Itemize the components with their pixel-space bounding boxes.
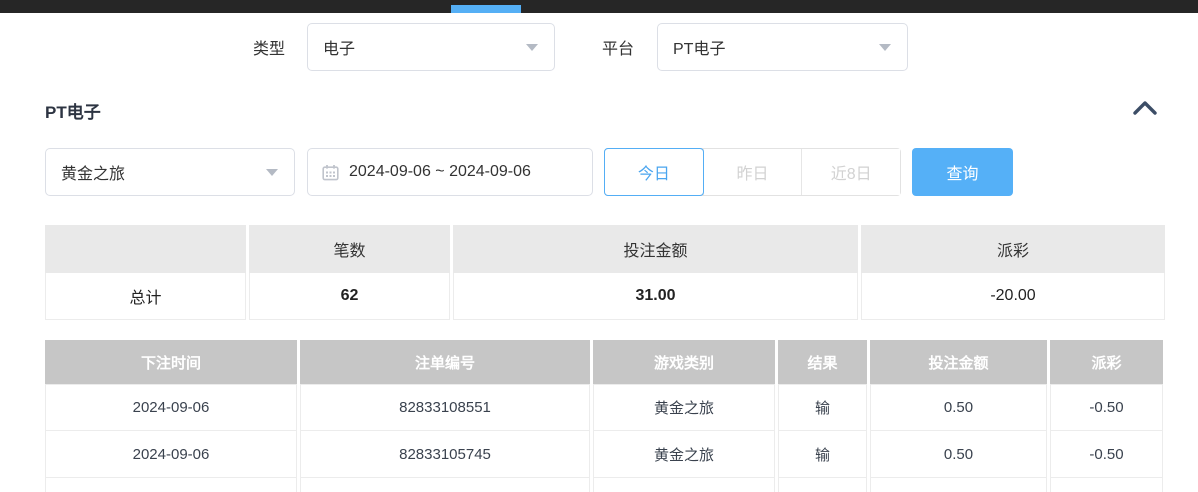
summary-total-label: 总计 — [45, 273, 246, 320]
cell-order: 82833105745 — [300, 431, 590, 478]
type-select-value: 电子 — [308, 35, 526, 59]
cell-payout: -0.50 — [1050, 384, 1163, 431]
chevron-down-icon — [879, 44, 891, 51]
chevron-down-icon — [266, 169, 278, 176]
summary-header-row: 笔数 投注金额 派彩 — [45, 225, 1165, 273]
cell-bet: 0.50 — [870, 431, 1047, 478]
cell-bet: 0.50 — [870, 384, 1047, 431]
detail-header-result: 结果 — [778, 340, 867, 384]
cell-result: 输 — [778, 384, 867, 431]
detail-header-bet: 投注金额 — [870, 340, 1047, 384]
game-select[interactable]: 黄金之旅 — [45, 148, 295, 196]
detail-header-order: 注单编号 — [300, 340, 590, 384]
detail-header-row: 下注时间 注单编号 游戏类别 结果 投注金额 派彩 — [45, 340, 1163, 384]
summary-header-bet-amount: 投注金额 — [453, 225, 858, 273]
platform-select[interactable]: PT电子 — [657, 23, 908, 71]
chevron-down-icon — [526, 44, 538, 51]
date-range-value: 2024-09-06 ~ 2024-09-06 — [349, 163, 531, 181]
summary-total-row: 总计 62 31.00 -20.00 — [45, 273, 1165, 320]
summary-header-empty — [45, 225, 246, 273]
date-range-picker[interactable]: 2024-09-06 ~ 2024-09-06 — [307, 148, 593, 196]
chevron-up-icon — [1133, 101, 1157, 115]
game-select-value: 黄金之旅 — [46, 160, 266, 184]
table-row: 2024-09-06 82833105745 黄金之旅 输 0.50 -0.50 — [45, 431, 1163, 478]
table-row-partial — [45, 478, 1163, 492]
detail-header-payout: 派彩 — [1050, 340, 1163, 384]
active-tab-indicator[interactable] — [451, 5, 521, 13]
cell-game: 黄金之旅 — [593, 384, 775, 431]
search-button[interactable]: 查询 — [912, 148, 1013, 196]
summary-header-payout: 派彩 — [861, 225, 1165, 273]
type-filter-label: 类型 — [253, 23, 285, 71]
summary-header-count: 笔数 — [249, 225, 450, 273]
bet-detail-table: 下注时间 注单编号 游戏类别 结果 投注金额 派彩 2024-09-06 828… — [45, 340, 1163, 492]
summary-total-bet-amount: 31.00 — [453, 273, 858, 320]
cell-game: 黄金之旅 — [593, 431, 775, 478]
summary-total-payout: -20.00 — [861, 273, 1165, 320]
quick-range-button-group: 今日 昨日 近8日 — [604, 148, 901, 196]
top-navigation-bar — [0, 0, 1198, 13]
summary-table: 笔数 投注金额 派彩 总计 62 31.00 -20.00 — [45, 225, 1165, 320]
today-button[interactable]: 今日 — [604, 148, 704, 196]
type-select[interactable]: 电子 — [307, 23, 555, 71]
table-row: 2024-09-06 82833108551 黄金之旅 输 0.50 -0.50 — [45, 384, 1163, 431]
summary-total-count: 62 — [249, 273, 450, 320]
cell-time: 2024-09-06 — [45, 384, 297, 431]
cell-order: 82833108551 — [300, 384, 590, 431]
calendar-icon — [322, 164, 339, 181]
platform-select-value: PT电子 — [658, 35, 879, 59]
platform-filter-label: 平台 — [602, 23, 634, 71]
cell-result: 输 — [778, 431, 867, 478]
cell-time: 2024-09-06 — [45, 431, 297, 478]
yesterday-button[interactable]: 昨日 — [703, 149, 802, 195]
bet-records-page: 类型 电子 平台 PT电子 PT电子 黄金之旅 — [0, 0, 1198, 492]
cell-payout: -0.50 — [1050, 431, 1163, 478]
last-8-days-button[interactable]: 近8日 — [801, 149, 900, 195]
detail-header-time: 下注时间 — [45, 340, 297, 384]
detail-header-game: 游戏类别 — [593, 340, 775, 384]
collapse-section-button[interactable] — [1133, 98, 1157, 118]
section-title: PT电子 — [45, 98, 101, 123]
